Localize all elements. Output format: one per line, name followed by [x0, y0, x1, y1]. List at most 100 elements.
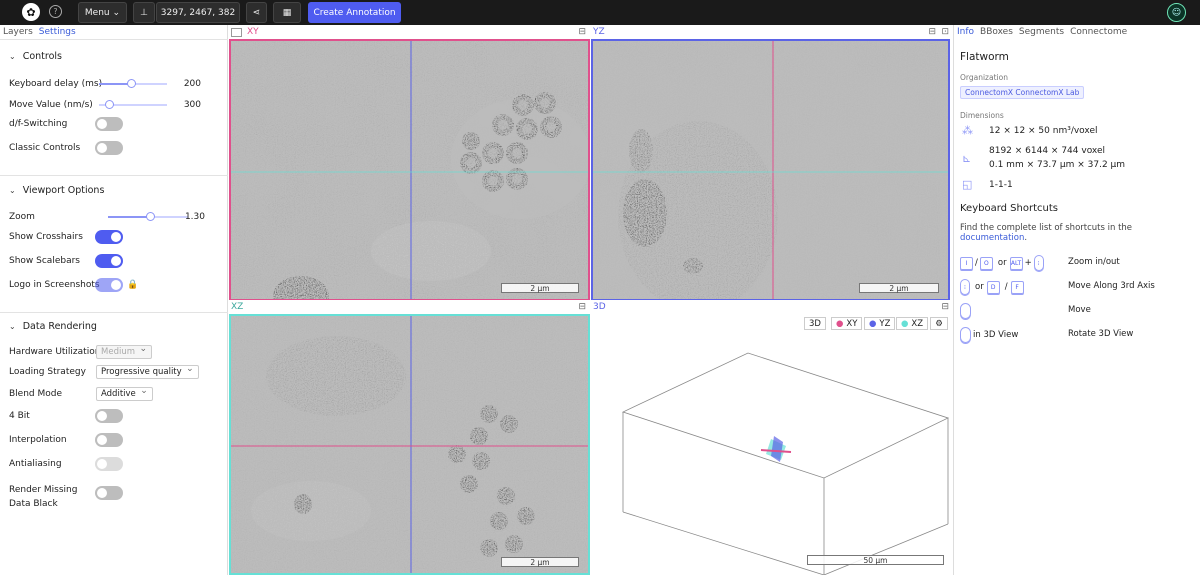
viewport-yz: YZ ⊟ ⊡ 2 µm: [591, 25, 952, 313]
tab-settings[interactable]: Settings: [39, 27, 76, 37]
pin-position-icon[interactable]: ⊥: [133, 2, 155, 23]
move-value-value: 300: [183, 100, 201, 110]
view-xy-button[interactable]: ● XY: [831, 317, 863, 330]
menu-button[interactable]: Menu ⌄: [78, 2, 127, 23]
maximize-icon[interactable]: ⊟: [578, 27, 586, 37]
logo-label: Logo in Screenshots: [9, 280, 100, 290]
panel-toggle-icon[interactable]: ⊡: [941, 27, 949, 37]
view-yz-button[interactable]: ● YZ: [864, 317, 896, 330]
key-f: F: [1010, 280, 1024, 294]
viewport-xz-header: XZ ⊟: [231, 300, 590, 314]
em-image-xy[interactable]: 2 µm: [229, 39, 590, 301]
maximize-icon[interactable]: ⊟: [578, 302, 586, 312]
missing-data-row: Render Missing Data Black: [9, 483, 219, 509]
viewport-options-header[interactable]: ⌄ Viewport Options: [0, 179, 104, 201]
tab-segments[interactable]: Segments: [1019, 27, 1064, 37]
crosshairs-label: Show Crosshairs: [9, 232, 83, 242]
tab-info[interactable]: Info: [957, 27, 974, 37]
data-rendering-header[interactable]: ⌄ Data Rendering: [0, 315, 97, 337]
mouse-icon: [960, 303, 971, 319]
kb-dot: .: [1024, 233, 1028, 243]
viewport-xy: XY ⊟ 2 µm: [229, 25, 590, 313]
hardware-row: Hardware Utilization Medium: [9, 344, 219, 359]
viewport-yz-header: YZ ⊟ ⊡: [593, 25, 952, 39]
tab-bboxes[interactable]: BBoxes: [980, 27, 1013, 37]
zoom-slider[interactable]: [108, 212, 188, 221]
move-value-slider[interactable]: [99, 100, 167, 109]
fourbit-toggle[interactable]: [95, 409, 123, 423]
dot-icon: ●: [869, 318, 877, 329]
create-annotation-button[interactable]: Create Annotation: [308, 2, 401, 23]
missing-data-toggle[interactable]: [95, 486, 123, 500]
zoom-label: Zoom: [9, 212, 35, 222]
key-sep: /: [1004, 282, 1008, 292]
keyboard-delay-slider[interactable]: [99, 79, 167, 88]
chevron-down-icon: ⌄: [9, 321, 16, 331]
loading-select[interactable]: Progressive quality: [96, 364, 199, 379]
maximize-icon[interactable]: ⊟: [941, 302, 949, 312]
scalebars-toggle[interactable]: [95, 254, 123, 268]
position-input[interactable]: 3297, 2467, 382: [156, 2, 240, 23]
keyboard-delay-row: Keyboard delay (ms) 200: [9, 77, 219, 91]
scalebars-label: Show Scalebars: [9, 256, 80, 266]
section-title: Controls: [22, 50, 62, 62]
viewport-xz-label: XZ: [231, 302, 244, 312]
view-3d-button[interactable]: 3D: [804, 317, 826, 330]
blend-select[interactable]: Additive: [96, 386, 153, 401]
tab-connectome[interactable]: Connectome: [1070, 27, 1127, 37]
blend-row: Blend Mode Additive: [9, 386, 219, 401]
app-logo-icon[interactable]: ✿: [22, 3, 40, 21]
shortcut-3rd-axis-desc: Move Along 3rd Axis: [1068, 281, 1155, 291]
logo-toggle[interactable]: [95, 278, 123, 292]
top-bar: ✿ ? Menu ⌄ ⊥ 3297, 2467, 382 ⋖ ▦ Create …: [0, 0, 1200, 25]
mouse-icon: [960, 327, 971, 343]
view-xz-button[interactable]: ● XZ: [896, 317, 929, 330]
settings-gear-icon[interactable]: ⚙: [930, 317, 948, 330]
dot-icon: ●: [836, 318, 844, 329]
antialiasing-label: Antialiasing: [9, 459, 62, 469]
documentation-link[interactable]: documentation: [960, 233, 1024, 243]
loading-row: Loading Strategy Progressive quality: [9, 364, 219, 379]
chevron-down-icon: ⌄: [9, 51, 16, 61]
scalebars-row: Show Scalebars: [9, 254, 219, 268]
df-switching-toggle[interactable]: [95, 117, 123, 131]
button-label: XY: [846, 318, 858, 329]
organization-tag[interactable]: ConnectomX ConnectomX Lab: [960, 86, 1085, 99]
scalebar-xz: 2 µm: [501, 557, 579, 567]
move-value-label: Move Value (nm/s): [9, 100, 93, 110]
interpolation-toggle[interactable]: [95, 433, 123, 447]
antialiasing-toggle[interactable]: [95, 457, 123, 471]
voxel-size-icon: ⁂: [962, 124, 973, 137]
zoom-row: Zoom 1.30: [9, 210, 219, 224]
em-image-xz[interactable]: 2 µm: [229, 314, 590, 575]
controls-section-header[interactable]: ⌄ Controls: [0, 45, 62, 67]
3d-bounding-box[interactable]: [591, 314, 952, 575]
share-icon[interactable]: ⋖: [246, 2, 267, 23]
help-icon[interactable]: ?: [49, 5, 62, 18]
organization-label: Organization: [960, 73, 1008, 82]
magnification: 1-1-1: [989, 180, 1013, 190]
user-avatar-icon[interactable]: ☺: [1167, 3, 1186, 22]
hardware-select[interactable]: Medium: [96, 344, 152, 359]
key-sep: /: [975, 258, 978, 268]
loading-label: Loading Strategy: [9, 367, 86, 377]
viewport-3d: 3D ⊟ 50 µm: [591, 300, 952, 575]
extent-axes-icon: ⊾: [962, 152, 972, 165]
zoom-value: 1.30: [184, 212, 205, 222]
key-or: or: [997, 258, 1007, 268]
sidebar-toggle-icon[interactable]: [231, 27, 242, 37]
logo-row: Logo in Screenshots 🔒: [9, 278, 219, 292]
button-label: XZ: [911, 318, 924, 329]
menu-label: Menu: [84, 7, 110, 18]
blend-label: Blend Mode: [9, 389, 63, 399]
crosshairs-toggle[interactable]: [95, 230, 123, 244]
classic-controls-toggle[interactable]: [95, 141, 123, 155]
layout-grid-icon[interactable]: ▦: [273, 2, 301, 23]
maximize-icon[interactable]: ⊟: [928, 27, 936, 37]
em-image-yz[interactable]: 2 µm: [591, 39, 950, 301]
shortcut-move-desc: Move: [1068, 305, 1091, 315]
tab-layers[interactable]: Layers: [3, 27, 33, 37]
key-i: I: [960, 256, 973, 270]
shortcut-move-keys: [960, 303, 973, 319]
df-switching-label: d/f-Switching: [9, 119, 68, 129]
